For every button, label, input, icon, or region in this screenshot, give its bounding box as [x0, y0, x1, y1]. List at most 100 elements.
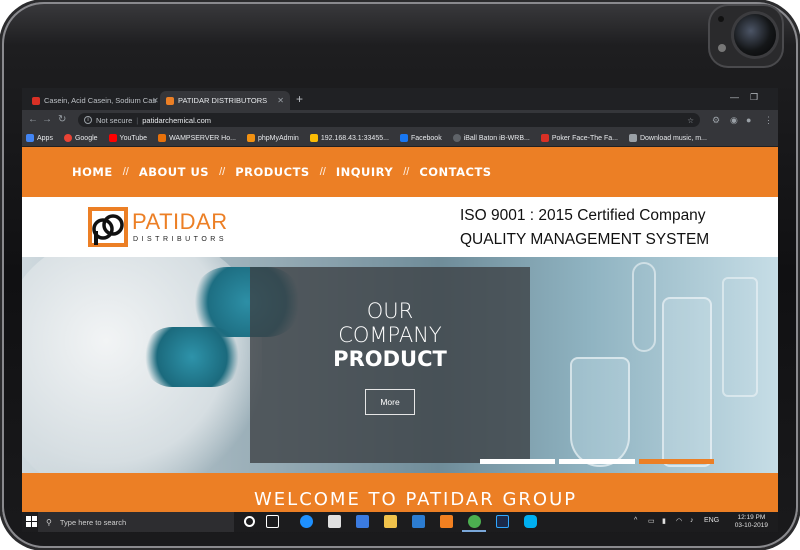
nav-about-us[interactable]: ABOUT US	[139, 165, 209, 179]
xampp-icon[interactable]	[440, 515, 453, 528]
close-icon[interactable]: ✕	[277, 96, 284, 105]
clock-date: 03-10-2019	[734, 522, 768, 529]
trophy-icon	[309, 134, 318, 142]
profile-icon[interactable]: ●	[746, 115, 751, 125]
bookmark-youtube[interactable]: YouTube	[108, 134, 148, 142]
minimize-icon[interactable]: —	[730, 92, 739, 102]
bookmark-iball[interactable]: iBall Baton iB-WRB...	[452, 134, 530, 142]
cortana-icon[interactable]	[244, 516, 255, 527]
bookmark-apps[interactable]: Apps	[26, 134, 53, 142]
forward-icon[interactable]: →	[42, 113, 52, 127]
wifi-icon[interactable]: ◠	[676, 517, 682, 525]
bookmark-label: WAMPSERVER Ho...	[169, 134, 236, 142]
bookmark-label: 192.168.43.1:33455...	[320, 134, 389, 142]
hero-slider: OUR COMPANY PRODUCT More	[22, 257, 778, 473]
bookmark-label: YouTube	[119, 134, 148, 142]
task-view-icon[interactable]	[266, 515, 279, 528]
vscode-icon[interactable]	[412, 515, 425, 528]
site-nav: HOME // ABOUT US // PRODUCTS // INQUIRY …	[22, 147, 778, 197]
iso-certification: ISO 9001 : 2015 Certified Company	[460, 207, 706, 224]
youtube-icon	[108, 134, 117, 142]
network-icon[interactable]: ▭	[648, 517, 655, 525]
bookmark-poker-face[interactable]: Poker Face-The Fa...	[540, 134, 618, 142]
battery-icon[interactable]: ▮	[662, 517, 666, 525]
windows-taskbar: ⚲ Type here to search ^ ▭ ▮ ◠ ♪ ENG 12:1…	[22, 512, 778, 532]
nav-products[interactable]: PRODUCTS	[235, 165, 310, 179]
slider-indicators	[480, 459, 714, 464]
bookmark-google[interactable]: Google	[63, 134, 98, 142]
new-tab-button[interactable]: +	[296, 91, 303, 107]
extension-icon[interactable]: ⚙	[712, 115, 720, 126]
logo-name[interactable]: PATIDAR	[132, 209, 228, 235]
web-page: HOME // ABOUT US // PRODUCTS // INQUIRY …	[22, 147, 778, 512]
taskbar-search[interactable]: ⚲ Type here to search	[38, 512, 234, 532]
bookmark-local-ip[interactable]: 192.168.43.1:33455...	[309, 134, 389, 142]
nav-contacts[interactable]: CONTACTS	[419, 165, 491, 179]
system-clock[interactable]: 12:19 PM 03-10-2019	[735, 514, 768, 530]
flask-image	[662, 297, 712, 467]
tab-casein[interactable]: Casein, Acid Casein, Sodium Casi	[26, 91, 156, 110]
tab-label: PATIDAR DISTRIBUTORS	[178, 96, 268, 105]
store-icon[interactable]	[356, 515, 369, 528]
chevron-up-icon[interactable]: ^	[634, 517, 637, 524]
separator: |	[136, 115, 139, 125]
slide-indicator-1[interactable]	[480, 459, 556, 464]
chrome-icon[interactable]	[468, 515, 481, 528]
menu-icon[interactable]: ⋮	[764, 115, 773, 126]
facebook-icon	[399, 134, 408, 142]
star-icon[interactable]: ☆	[687, 116, 694, 125]
welcome-band: WELCOME TO PATIDAR GROUP	[22, 473, 778, 512]
bookmark-wampserver[interactable]: WAMPSERVER Ho...	[158, 134, 236, 142]
info-icon[interactable]: i	[84, 116, 92, 124]
nav-inquiry[interactable]: INQUIRY	[336, 165, 393, 179]
hero-line-2: COMPANY	[338, 323, 442, 347]
more-button[interactable]: More	[365, 389, 415, 415]
skype-icon[interactable]	[524, 515, 537, 528]
bookmark-label: Facebook	[410, 134, 442, 142]
bookmark-label: Poker Face-The Fa...	[551, 134, 618, 142]
globe-icon	[452, 134, 461, 142]
nav-separator: //	[219, 166, 226, 178]
file-explorer-icon[interactable]	[384, 515, 397, 528]
mail-icon[interactable]	[328, 515, 341, 528]
bookmark-label: Download music, m...	[639, 134, 707, 142]
bookmark-phpmyadmin[interactable]: phpMyAdmin	[246, 134, 299, 142]
tablet-screen: Casein, Acid Casein, Sodium Casi ✕ PATID…	[22, 88, 778, 532]
slide-indicator-2[interactable]	[559, 459, 635, 464]
windows-start-icon[interactable]	[26, 516, 37, 527]
bookmark-download-music[interactable]: Download music, m...	[628, 134, 707, 142]
page-icon	[628, 134, 637, 142]
bookmarks-bar: Apps Google YouTube WAMPSERVER Ho... php…	[22, 130, 778, 147]
nav-separator: //	[403, 166, 410, 178]
hero-caption: OUR COMPANY PRODUCT More	[250, 267, 530, 463]
glove-image	[142, 327, 242, 387]
flask-image	[722, 277, 758, 397]
slide-indicator-3[interactable]	[638, 459, 714, 464]
volume-icon[interactable]: ♪	[690, 517, 694, 524]
language-indicator[interactable]: ENG	[704, 517, 719, 524]
photoshop-icon[interactable]	[496, 515, 509, 528]
hero-line-3: PRODUCT	[333, 347, 447, 371]
wampserver-icon	[158, 134, 167, 142]
address-bar[interactable]: i Not secure | patidarchemical.com ☆	[78, 113, 700, 127]
logo-mark-icon[interactable]	[88, 207, 128, 247]
maximize-icon[interactable]: ❐	[750, 92, 758, 103]
search-icon: ⚲	[46, 517, 52, 527]
reload-icon[interactable]: ↻	[58, 113, 66, 127]
edge-icon[interactable]	[300, 515, 313, 528]
tab-favicon	[32, 96, 40, 105]
back-icon[interactable]: ←	[28, 113, 38, 127]
bookmark-facebook[interactable]: Facebook	[399, 134, 442, 142]
search-placeholder: Type here to search	[59, 517, 127, 527]
nav-home[interactable]: HOME	[72, 165, 113, 179]
tab-close-icon[interactable]: ✕	[140, 91, 160, 110]
flask-image	[632, 262, 656, 352]
apps-icon	[26, 134, 34, 142]
bookmark-label: iBall Baton iB-WRB...	[463, 134, 530, 142]
extension-icon-2[interactable]: ◉	[730, 115, 738, 126]
camera-lens-icon	[734, 14, 776, 56]
flash-icon	[718, 44, 726, 52]
tab-patidar[interactable]: PATIDAR DISTRIBUTORS ✕	[160, 91, 290, 110]
phpmyadmin-icon	[246, 134, 255, 142]
camera-module	[710, 6, 782, 66]
